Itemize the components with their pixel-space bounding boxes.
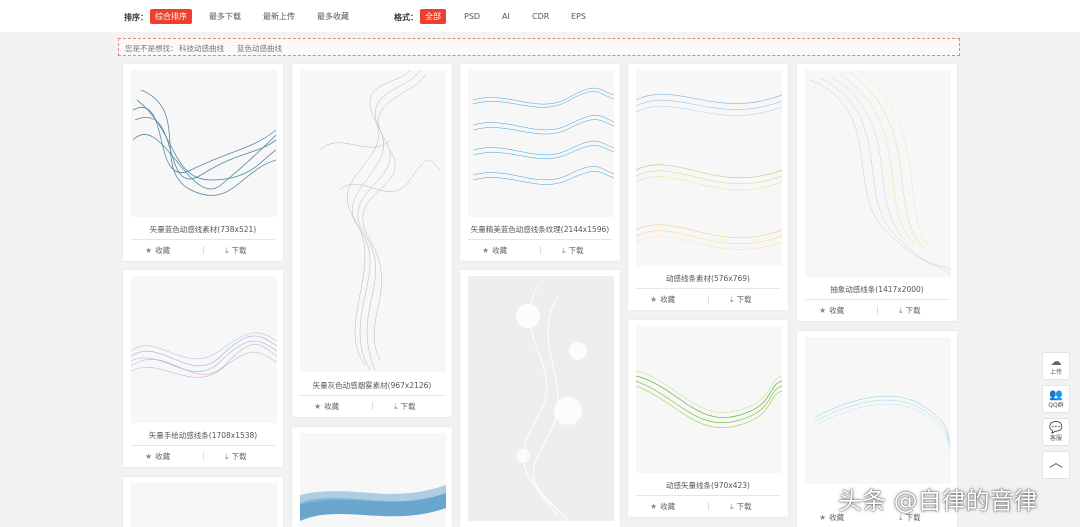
format-option-eps[interactable]: EPS [566, 9, 591, 24]
gallery-card[interactable]: 矢量灰色动感烟雾素材(967x2126) ★ 收藏 ⤓ 下载 [292, 64, 452, 417]
star-icon: ★ [819, 306, 827, 315]
card-title[interactable]: 矢量蓝色动感线素材(738x521) [123, 224, 283, 235]
action-separator [877, 306, 878, 314]
action-separator [372, 402, 373, 410]
action-separator [203, 246, 204, 254]
collect-button[interactable]: ★ 收藏 [819, 305, 844, 316]
suggestion-bar: 您是不是想找： 科技动感曲线 蓝色动感曲线 [118, 38, 960, 56]
card-divider [300, 395, 444, 396]
action-separator [708, 502, 709, 510]
download-button[interactable]: ⤓ 下载 [730, 501, 752, 512]
feedback-button[interactable]: 💬 客服 [1042, 418, 1070, 446]
collect-button[interactable]: ★ 收藏 [145, 245, 170, 256]
qq-group-label: QQ群 [1048, 402, 1064, 409]
star-icon: ★ [650, 502, 658, 511]
feedback-label: 客服 [1049, 435, 1062, 442]
cloud-upload-icon: ☁ [1050, 355, 1062, 368]
chat-icon: 💬 [1049, 421, 1063, 434]
star-icon: ★ [145, 246, 153, 255]
card-title[interactable]: 矢量手绘动感线条(1708x1538) [123, 430, 283, 441]
download-icon: ⤓ [225, 452, 229, 461]
download-icon: ⤓ [225, 246, 229, 255]
download-icon: ⤓ [899, 306, 903, 315]
blue-wave-partial-image[interactable] [300, 433, 446, 527]
gallery-card[interactable]: 矢量手绘动感线条(1708x1538) ★ 收藏 ⤓ 下载 [123, 270, 283, 467]
download-button[interactable]: ⤓ 下载 [899, 305, 921, 316]
download-button[interactable]: ⤓ 下载 [730, 294, 752, 305]
card-title[interactable]: 动感矢量线条(970x423) [628, 480, 788, 491]
format-option-cdr[interactable]: CDR [527, 9, 554, 24]
card-divider [131, 239, 275, 240]
filter-toolbar: 排序： 综合排序 最多下载 最新上传 最多收藏 格式： 全部 PSD AI CD… [0, 0, 1080, 32]
suggestion-link-tech-curve[interactable]: 科技动感曲线 [179, 43, 224, 54]
partial-image[interactable] [131, 483, 277, 527]
card-title[interactable]: 抽象动感线条(1417x2000) [797, 284, 957, 295]
gallery-card[interactable] [292, 427, 452, 527]
cyan-wave-image[interactable] [805, 337, 951, 484]
sort-option-most-favorites[interactable]: 最多收藏 [312, 9, 354, 24]
gallery-card[interactable]: 动感线条素材(576x769) ★ 收藏 ⤓ 下载 [628, 64, 788, 310]
download-button[interactable]: ⤓ 下载 [394, 401, 416, 412]
format-option-all[interactable]: 全部 [420, 9, 446, 24]
gallery-card[interactable] [123, 477, 283, 527]
blue-curve-lines-image[interactable] [131, 70, 277, 217]
download-icon: ⤓ [730, 295, 734, 304]
colorful-ribbons-image[interactable] [636, 70, 782, 266]
action-separator [203, 452, 204, 460]
gallery-card[interactable]: 矢量蓝色动感线素材(738x521) ★ 收藏 ⤓ 下载 [123, 64, 283, 261]
gray-smoke-image[interactable] [300, 70, 446, 372]
white-light-curves-image[interactable] [468, 276, 614, 521]
card-divider [131, 445, 275, 446]
download-icon: ⤓ [562, 246, 566, 255]
collect-button[interactable]: ★ 收藏 [145, 451, 170, 462]
card-title[interactable]: 动感线条素材(576x769) [628, 273, 788, 284]
collect-button[interactable]: ★ 收藏 [314, 401, 339, 412]
collect-button[interactable]: ★ 收藏 [482, 245, 507, 256]
upload-label: 上传 [1049, 369, 1062, 376]
download-icon: ⤓ [730, 502, 734, 511]
card-title[interactable]: 矢量精美蓝色动感线条纹理(2144x1596) [460, 224, 620, 235]
star-icon: ★ [482, 246, 490, 255]
star-icon: ★ [819, 513, 827, 522]
action-separator [708, 295, 709, 303]
qq-group-button[interactable]: 👥 QQ群 [1042, 385, 1070, 413]
gallery-card[interactable]: 矢量精美蓝色动感线条纹理(2144x1596) ★ 收藏 ⤓ 下载 [460, 64, 620, 261]
watermark-text: 头条 @自律的音律 [838, 487, 1038, 515]
card-divider [468, 239, 612, 240]
gallery-card[interactable]: 抽象动感线条(1417x2000) ★ 收藏 ⤓ 下载 [797, 64, 957, 321]
card-divider [805, 299, 949, 300]
sort-option-newest[interactable]: 最新上传 [258, 9, 300, 24]
collect-button[interactable]: ★ 收藏 [650, 501, 675, 512]
card-divider [636, 495, 780, 496]
format-option-ai[interactable]: AI [497, 9, 515, 24]
card-divider [636, 288, 780, 289]
card-title[interactable]: 矢量灰色动感烟雾素材(967x2126) [292, 380, 452, 391]
star-icon: ★ [145, 452, 153, 461]
pink-line-wave-image[interactable] [805, 70, 951, 277]
download-button[interactable]: ⤓ 下载 [225, 245, 247, 256]
collect-button[interactable]: ★ 收藏 [650, 294, 675, 305]
upload-button[interactable]: ☁ 上传 [1042, 352, 1070, 380]
green-wave-image[interactable] [636, 326, 782, 473]
sort-option-comprehensive[interactable]: 综合排序 [150, 9, 192, 24]
users-icon: 👥 [1049, 388, 1063, 401]
sort-option-most-downloads[interactable]: 最多下载 [204, 9, 246, 24]
download-button[interactable]: ⤓ 下载 [562, 245, 584, 256]
format-option-psd[interactable]: PSD [459, 9, 485, 24]
star-icon: ★ [314, 402, 322, 411]
sort-label: 排序： [124, 13, 148, 22]
download-icon: ⤓ [394, 402, 398, 411]
gallery-card[interactable]: 动感矢量线条(970x423) ★ 收藏 ⤓ 下载 [628, 320, 788, 517]
format-label: 格式： [394, 13, 418, 22]
suggestion-link-blue-curve[interactable]: 蓝色动感曲线 [237, 43, 282, 54]
pastel-wave-lines-image[interactable] [131, 276, 277, 423]
back-to-top-button[interactable]: ︿ [1042, 451, 1070, 479]
gallery-card[interactable] [460, 270, 620, 527]
chevron-up-icon: ︿ [1049, 455, 1063, 471]
action-separator [540, 246, 541, 254]
star-icon: ★ [650, 295, 658, 304]
download-button[interactable]: ⤓ 下载 [225, 451, 247, 462]
blue-ribbon-lines-image[interactable] [468, 70, 614, 217]
suggestion-prefix: 您是不是想找： [125, 44, 178, 53]
